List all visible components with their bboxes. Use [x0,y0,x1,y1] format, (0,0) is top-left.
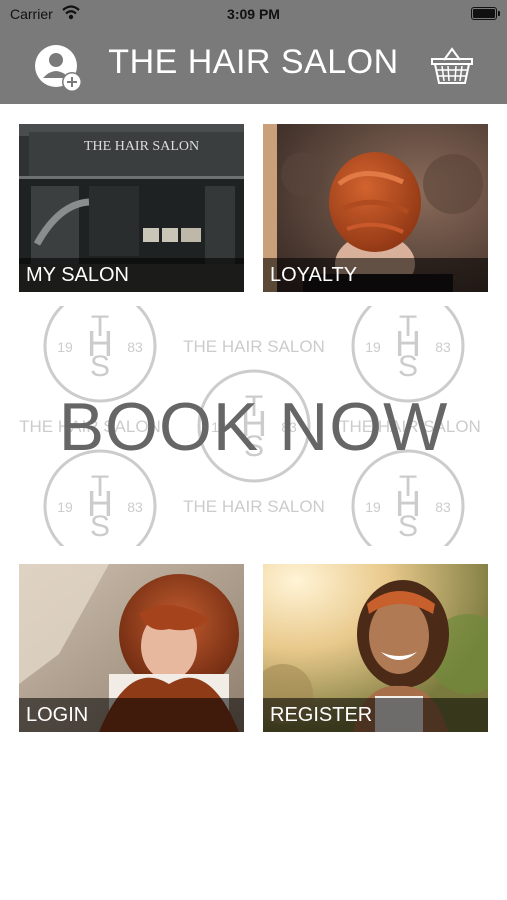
basket-icon [431,47,473,84]
book-now-label: BOOK NOW [58,389,449,465]
register-tile[interactable]: REGISTER [263,564,488,732]
basket-button[interactable] [430,46,474,86]
loyalty-label: LOYALTY [263,258,488,292]
login-label: LOGIN [19,698,244,732]
ths-logo: THS19 83 [351,306,465,403]
ths-logo: THS19 83 [43,306,157,403]
svg-text:S: S [90,350,110,383]
svg-text:83: 83 [127,499,143,515]
pattern-text: THE HAIR SALON [183,497,325,516]
svg-text:19: 19 [365,499,381,515]
loyalty-tile[interactable]: LOYALTY [263,124,488,292]
battery-icon [471,7,500,20]
status-bar: Carrier 3:09 PM [0,0,507,28]
clock: 3:09 PM [227,6,280,22]
register-label: REGISTER [263,698,488,732]
storefront-sign: THE HAIR SALON [84,139,199,154]
svg-text:83: 83 [435,499,451,515]
svg-text:S: S [90,510,110,543]
pattern-text: THE HAIR SALON [183,337,325,356]
my-salon-label: MY SALON [19,258,244,292]
svg-text:19: 19 [57,499,73,515]
svg-text:S: S [398,350,418,383]
my-salon-tile[interactable]: THE HAIR SALON MY SALON [19,124,244,292]
svg-text:83: 83 [435,339,451,355]
header-bar: THE HAIR SALON [0,28,507,104]
svg-text:S: S [398,510,418,543]
book-now-button[interactable]: T H S 19 83 THE HAIR SALON T H S 19 83 THE HAIR SAL… [0,306,507,546]
svg-text:19: 19 [57,339,73,355]
svg-text:83: 83 [127,339,143,355]
svg-text:19: 19 [365,339,381,355]
login-tile[interactable]: LOGIN [19,564,244,732]
